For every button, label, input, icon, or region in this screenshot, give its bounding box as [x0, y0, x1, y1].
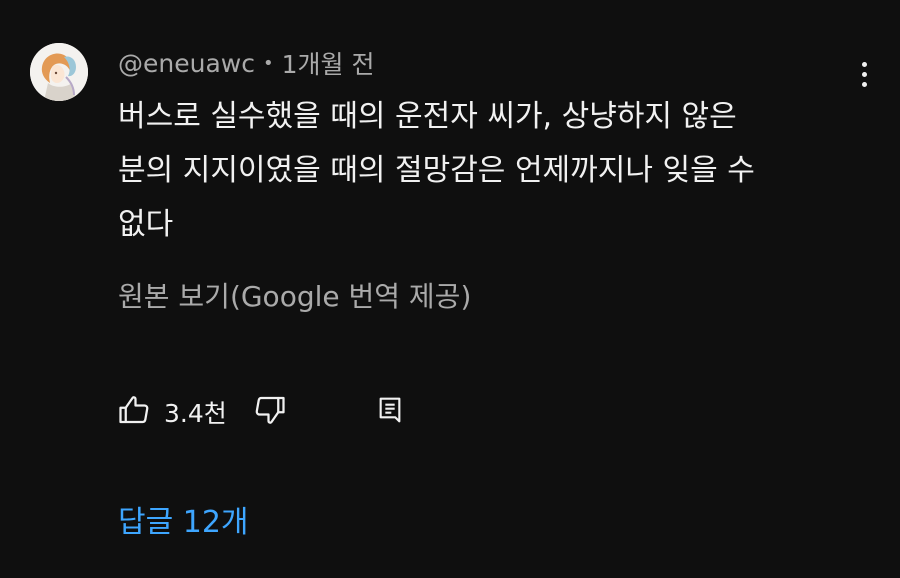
comment-meta: @eneuawc • 1개월 전 [118, 46, 374, 80]
comment-time: 1개월 전 [281, 50, 375, 79]
view-original-link[interactable]: 원본 보기(Google 번역 제공) [118, 275, 471, 315]
replies-link[interactable]: 답글 12개 [118, 497, 249, 541]
avatar[interactable] [30, 43, 88, 101]
more-options-button[interactable] [846, 54, 882, 94]
dislike-button[interactable] [252, 392, 288, 428]
comment-text-line: 분의 지지이였을 때의 절망감은 언제까지나 잊을 수 [118, 153, 755, 188]
author-name[interactable]: @eneuawc [118, 49, 255, 78]
meta-separator: • [262, 52, 274, 74]
comment-actions: 3.4천 [116, 390, 436, 430]
like-button[interactable] [116, 392, 152, 428]
comment-text: 버스로 실수했을 때의 운전자 씨가, 상냥하지 않은 분의 지지이였을 때의 … [118, 90, 858, 252]
comment-text-line: 없다 [118, 207, 174, 242]
comment-text-line: 버스로 실수했을 때의 운전자 씨가, 상냥하지 않은 [118, 99, 737, 134]
avatar-image [30, 43, 88, 101]
thumb-down-icon [255, 396, 285, 424]
reply-comment-icon [379, 397, 401, 423]
thumb-up-icon [119, 396, 149, 424]
like-count: 3.4천 [164, 399, 227, 428]
reply-button[interactable] [374, 394, 406, 426]
more-vert-icon [861, 61, 867, 67]
comment-thread: @eneuawc • 1개월 전 버스로 실수했을 때의 운전자 씨가, 상냥하… [0, 0, 900, 578]
